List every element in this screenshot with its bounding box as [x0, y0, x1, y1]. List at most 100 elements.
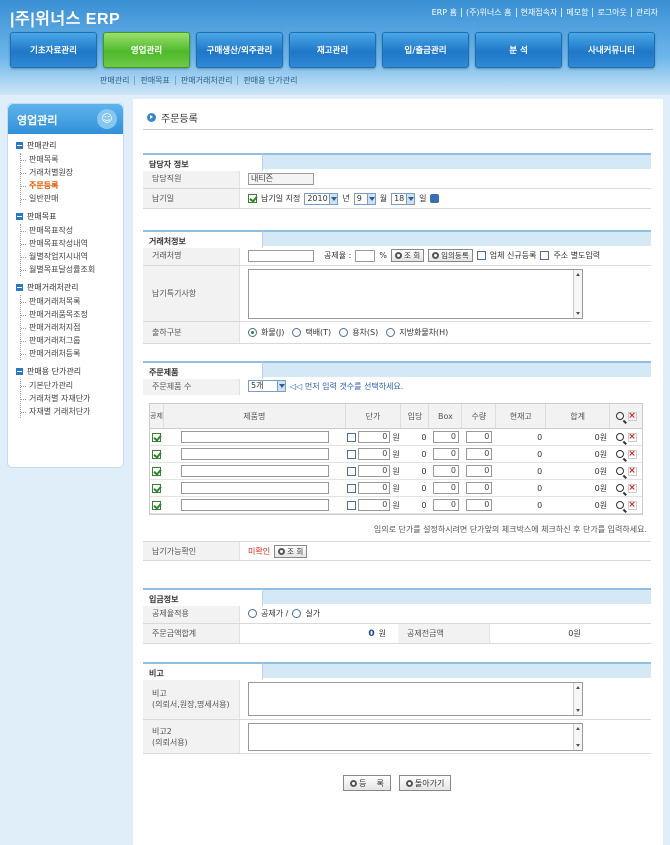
sidebar-item[interactable]: 판매거래품목조정 [21, 308, 123, 321]
box-input[interactable]: 0 [432, 431, 459, 443]
custom-price-checkbox[interactable] [347, 483, 357, 493]
remark2-textarea[interactable] [248, 722, 583, 751]
year-select[interactable]: 2010 [304, 192, 339, 205]
deduct-checkbox[interactable] [152, 466, 162, 476]
sidebar-item-client-ledger[interactable]: 거래처별원장 [21, 166, 123, 179]
nav-community[interactable]: 사내커뮤니티 [568, 32, 655, 68]
calendar-icon[interactable] [430, 194, 440, 203]
back-button[interactable]: 돌아가기 [398, 775, 452, 791]
actual-price-radio[interactable] [292, 609, 302, 618]
sidebar-item[interactable]: 판매거래처등록 [21, 347, 123, 360]
link-company-home[interactable]: (주)위너스 홈 [460, 8, 516, 17]
link-admin[interactable]: 관리자 [630, 8, 662, 17]
ship-radio-charter[interactable] [339, 328, 349, 337]
addr-input-checkbox[interactable] [540, 251, 550, 260]
sidebar-item[interactable]: 기본단가관리 [21, 379, 123, 392]
product-name-input[interactable] [180, 448, 329, 460]
remark1-textarea[interactable] [248, 681, 583, 716]
scrollbar[interactable] [573, 269, 582, 318]
register-button[interactable]: 등 록 [343, 775, 391, 791]
search-icon[interactable] [615, 484, 624, 492]
close-icon[interactable]: × [627, 449, 637, 459]
sidebar-item-general-sales[interactable]: 일반판매 [21, 192, 123, 205]
qty-input[interactable]: 0 [466, 465, 493, 477]
price-input[interactable]: 0 [358, 499, 391, 511]
qty-input[interactable]: 0 [466, 448, 493, 460]
custom-price-checkbox[interactable] [347, 449, 357, 459]
link-logout[interactable]: 로그아웃 [592, 8, 630, 17]
sidebar-item-sales-list[interactable]: 판매목록 [21, 153, 123, 166]
sidebar-group-header[interactable]: 판매거래처관리 [16, 281, 123, 293]
nav-basic-data[interactable]: 기초자료관리 [10, 32, 97, 68]
deduct-checkbox[interactable] [152, 449, 162, 459]
deduct-checkbox[interactable] [152, 483, 162, 493]
search-icon[interactable] [615, 412, 624, 420]
link-erp-home[interactable]: ERP 홈 [428, 8, 461, 17]
subnav-target[interactable]: 판매목표 [134, 76, 174, 85]
nav-purchase[interactable]: 구매생산/외주관리 [196, 32, 283, 68]
sidebar-item[interactable]: 판매거래처그룹 [21, 334, 123, 347]
box-input[interactable]: 0 [432, 448, 459, 460]
close-icon[interactable]: × [627, 411, 637, 421]
nav-inventory[interactable]: 재고관리 [289, 32, 376, 68]
temp-register-button[interactable]: 임의등록 [428, 249, 473, 262]
new-client-checkbox[interactable] [476, 251, 486, 260]
close-icon[interactable]: × [627, 483, 637, 493]
sidebar-item[interactable]: 판매거래처지점 [21, 321, 123, 334]
deduct-checkbox[interactable] [152, 500, 162, 510]
deduct-price-radio[interactable] [248, 609, 257, 618]
price-input[interactable]: 0 [358, 431, 391, 443]
link-current-users[interactable]: 현재접속자 [515, 8, 562, 17]
box-input[interactable]: 0 [432, 465, 459, 477]
sidebar-item[interactable]: 판매목표작성내역 [21, 237, 123, 250]
close-icon[interactable]: × [627, 466, 637, 476]
sidebar-item[interactable]: 판매거래처목록 [21, 295, 123, 308]
sidebar-group-header[interactable]: 판매용 단가관리 [16, 365, 123, 377]
month-select[interactable]: 9 [353, 192, 376, 205]
scrollbar[interactable] [573, 723, 582, 750]
client-search-button[interactable]: 조 회 [390, 249, 425, 262]
nav-analysis[interactable]: 분 석 [475, 32, 562, 68]
scrollbar[interactable] [573, 682, 582, 715]
product-name-input[interactable] [180, 465, 329, 477]
sidebar-item[interactable]: 거래처별 자재단가 [21, 392, 123, 405]
nav-payments[interactable]: 입/출금관리 [382, 32, 469, 68]
staff-field[interactable]: 내티즌 [248, 172, 314, 185]
qty-input[interactable]: 0 [466, 431, 493, 443]
search-icon[interactable] [615, 467, 624, 475]
sidebar-item[interactable]: 월별목표달성률조회 [21, 263, 123, 276]
ship-radio-local[interactable] [386, 328, 396, 337]
sidebar-group-header[interactable]: 판매목표 [16, 210, 123, 222]
qty-input[interactable]: 0 [466, 499, 493, 511]
custom-price-checkbox[interactable] [347, 500, 357, 510]
sidebar-group-header[interactable]: 판매관리 [16, 139, 123, 151]
client-name-input[interactable] [248, 249, 314, 262]
product-name-input[interactable] [180, 482, 329, 494]
ship-radio-parcel[interactable] [292, 328, 302, 337]
close-icon[interactable]: × [627, 500, 637, 510]
ship-radio-freight[interactable] [248, 328, 257, 337]
search-icon[interactable] [615, 501, 624, 509]
subnav-price[interactable]: 판매용 단가관리 [237, 76, 302, 85]
subnav-clients[interactable]: 판매거래처관리 [174, 76, 238, 85]
deduct-rate-input[interactable] [355, 249, 376, 262]
nav-sales[interactable]: 영업관리 [103, 32, 190, 68]
price-input[interactable]: 0 [358, 465, 391, 477]
deduct-checkbox[interactable] [152, 432, 162, 442]
price-input[interactable]: 0 [358, 482, 391, 494]
close-icon[interactable]: × [627, 432, 637, 442]
qty-input[interactable]: 0 [466, 482, 493, 494]
day-select[interactable]: 18 [391, 192, 416, 205]
search-icon[interactable] [615, 433, 624, 441]
custom-price-checkbox[interactable] [347, 432, 357, 442]
sidebar-item-order-register[interactable]: 주문등록 [21, 179, 123, 192]
product-name-input[interactable] [180, 431, 329, 443]
custom-price-checkbox[interactable] [347, 466, 357, 476]
price-input[interactable]: 0 [358, 448, 391, 460]
sidebar-item[interactable]: 판매목표작성 [21, 224, 123, 237]
delivery-note-textarea[interactable] [248, 268, 583, 319]
link-memo[interactable]: 메모함 [561, 8, 592, 17]
product-name-input[interactable] [180, 499, 329, 511]
box-input[interactable]: 0 [432, 499, 459, 511]
sidebar-item[interactable]: 자재별 거래처단가 [21, 405, 123, 418]
